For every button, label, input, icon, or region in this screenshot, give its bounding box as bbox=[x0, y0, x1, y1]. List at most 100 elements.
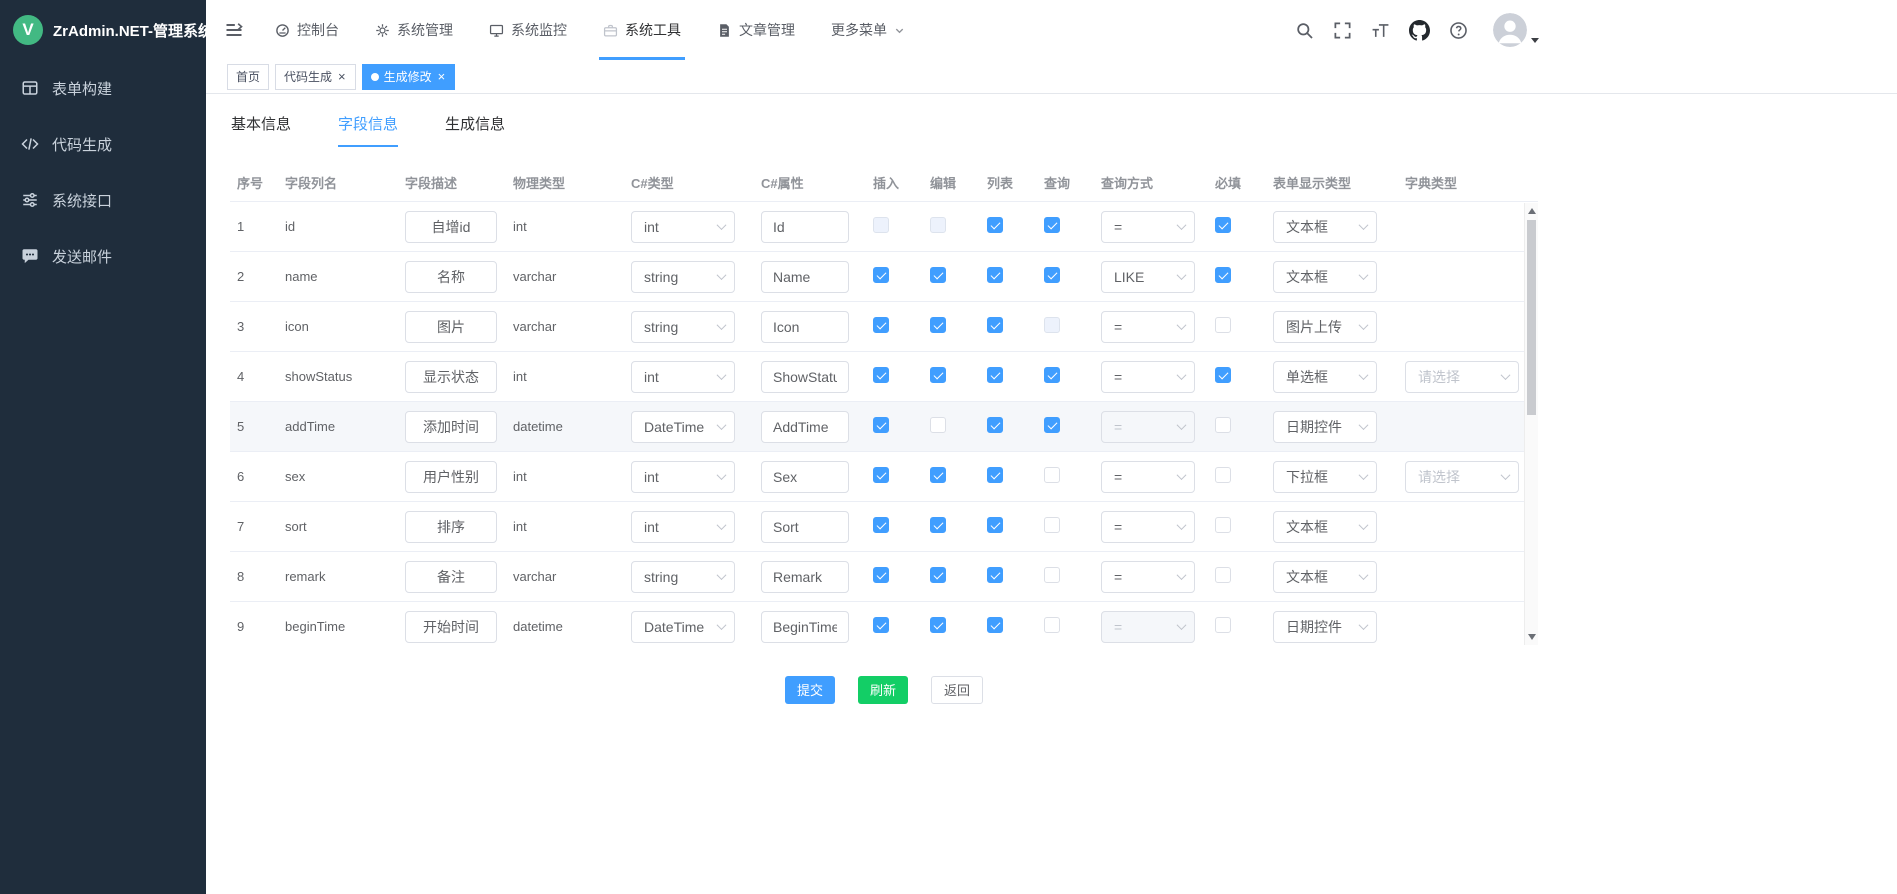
sidebar-item-send-mail[interactable]: 发送邮件 bbox=[0, 228, 206, 284]
user-menu[interactable] bbox=[1493, 13, 1539, 47]
query-method-select[interactable]: = bbox=[1101, 511, 1195, 543]
nav-item-system-monitor[interactable]: 系统监控 bbox=[471, 0, 585, 60]
list-checkbox[interactable] bbox=[987, 267, 1003, 283]
field-description-input[interactable] bbox=[405, 411, 497, 443]
dict-type-select[interactable]: 请选择 bbox=[1405, 361, 1519, 393]
display-type-select[interactable]: 文本框 bbox=[1273, 211, 1377, 243]
scrollbar-thumb[interactable] bbox=[1527, 220, 1536, 415]
table-scrollbar[interactable] bbox=[1524, 203, 1538, 645]
close-icon[interactable]: × bbox=[437, 70, 447, 83]
field-description-input[interactable] bbox=[405, 561, 497, 593]
required-checkbox[interactable] bbox=[1215, 567, 1231, 583]
csharp-property-input[interactable] bbox=[761, 561, 849, 593]
csharp-type-select[interactable]: DateTime bbox=[631, 611, 735, 643]
insert-checkbox[interactable] bbox=[873, 467, 889, 483]
hamburger-icon[interactable] bbox=[206, 20, 257, 40]
scrollbar-up-arrow[interactable] bbox=[1525, 204, 1538, 218]
csharp-type-select[interactable]: string bbox=[631, 311, 735, 343]
required-checkbox[interactable] bbox=[1215, 267, 1231, 283]
tag-generate-modify[interactable]: 生成修改 × bbox=[362, 64, 456, 90]
required-checkbox[interactable] bbox=[1215, 467, 1231, 483]
tab-basic-info[interactable]: 基本信息 bbox=[231, 113, 291, 147]
list-checkbox[interactable] bbox=[987, 517, 1003, 533]
query-method-select[interactable]: = bbox=[1101, 461, 1195, 493]
query-method-select[interactable]: = bbox=[1101, 411, 1195, 443]
required-checkbox[interactable] bbox=[1215, 367, 1231, 383]
tag-code-generation[interactable]: 代码生成 × bbox=[275, 64, 356, 90]
insert-checkbox[interactable] bbox=[873, 267, 889, 283]
github-icon[interactable] bbox=[1409, 20, 1430, 41]
edit-checkbox[interactable] bbox=[930, 517, 946, 533]
tag-home[interactable]: 首页 bbox=[227, 64, 269, 90]
tab-field-info[interactable]: 字段信息 bbox=[338, 113, 398, 147]
query-method-select[interactable]: = bbox=[1101, 611, 1195, 643]
edit-checkbox[interactable] bbox=[930, 417, 946, 433]
scrollbar-down-arrow[interactable] bbox=[1525, 630, 1538, 644]
required-checkbox[interactable] bbox=[1215, 517, 1231, 533]
query-checkbox[interactable] bbox=[1044, 217, 1060, 233]
csharp-type-select[interactable]: string bbox=[631, 561, 735, 593]
sidebar-item-form-builder[interactable]: 表单构建 bbox=[0, 60, 206, 116]
edit-checkbox[interactable] bbox=[930, 267, 946, 283]
query-method-select[interactable]: = bbox=[1101, 361, 1195, 393]
query-method-select[interactable]: LIKE bbox=[1101, 261, 1195, 293]
csharp-property-input[interactable] bbox=[761, 461, 849, 493]
insert-checkbox[interactable] bbox=[873, 617, 889, 633]
field-description-input[interactable] bbox=[405, 261, 497, 293]
csharp-property-input[interactable] bbox=[761, 361, 849, 393]
query-method-select[interactable]: = bbox=[1101, 211, 1195, 243]
csharp-property-input[interactable] bbox=[761, 411, 849, 443]
list-checkbox[interactable] bbox=[987, 417, 1003, 433]
list-checkbox[interactable] bbox=[987, 617, 1003, 633]
edit-checkbox[interactable] bbox=[930, 567, 946, 583]
display-type-select[interactable]: 下拉框 bbox=[1273, 461, 1377, 493]
csharp-type-select[interactable]: int bbox=[631, 361, 735, 393]
query-method-select[interactable]: = bbox=[1101, 561, 1195, 593]
nav-item-article-management[interactable]: 文章管理 bbox=[699, 0, 813, 60]
csharp-property-input[interactable] bbox=[761, 261, 849, 293]
field-description-input[interactable] bbox=[405, 461, 497, 493]
query-checkbox[interactable] bbox=[1044, 517, 1060, 533]
field-description-input[interactable] bbox=[405, 361, 497, 393]
display-type-select[interactable]: 日期控件 bbox=[1273, 411, 1377, 443]
edit-checkbox[interactable] bbox=[930, 317, 946, 333]
nav-item-system-management[interactable]: 系统管理 bbox=[357, 0, 471, 60]
csharp-property-input[interactable] bbox=[761, 511, 849, 543]
edit-checkbox[interactable] bbox=[930, 367, 946, 383]
sidebar-item-code-generation[interactable]: 代码生成 bbox=[0, 116, 206, 172]
insert-checkbox[interactable] bbox=[873, 367, 889, 383]
list-checkbox[interactable] bbox=[987, 217, 1003, 233]
display-type-select[interactable]: 单选框 bbox=[1273, 361, 1377, 393]
search-icon[interactable] bbox=[1295, 21, 1314, 40]
list-checkbox[interactable] bbox=[987, 317, 1003, 333]
query-checkbox[interactable] bbox=[1044, 467, 1060, 483]
required-checkbox[interactable] bbox=[1215, 317, 1231, 333]
query-checkbox[interactable] bbox=[1044, 567, 1060, 583]
app-logo[interactable]: V ZrAdmin.NET-管理系统 bbox=[0, 0, 206, 60]
field-description-input[interactable] bbox=[405, 511, 497, 543]
query-checkbox[interactable] bbox=[1044, 267, 1060, 283]
help-icon[interactable] bbox=[1449, 21, 1468, 40]
csharp-type-select[interactable]: int bbox=[631, 511, 735, 543]
submit-button[interactable]: 提交 bbox=[785, 676, 835, 704]
query-checkbox[interactable] bbox=[1044, 367, 1060, 383]
sidebar-item-system-api[interactable]: 系统接口 bbox=[0, 172, 206, 228]
nav-item-more-menu[interactable]: 更多菜单 bbox=[813, 0, 923, 60]
field-description-input[interactable] bbox=[405, 611, 497, 643]
field-description-input[interactable] bbox=[405, 311, 497, 343]
query-checkbox[interactable] bbox=[1044, 617, 1060, 633]
display-type-select[interactable]: 文本框 bbox=[1273, 511, 1377, 543]
list-checkbox[interactable] bbox=[987, 567, 1003, 583]
insert-checkbox[interactable] bbox=[873, 417, 889, 433]
required-checkbox[interactable] bbox=[1215, 217, 1231, 233]
csharp-type-select[interactable]: int bbox=[631, 211, 735, 243]
nav-item-system-tools[interactable]: 系统工具 bbox=[585, 0, 699, 60]
display-type-select[interactable]: 日期控件 bbox=[1273, 611, 1377, 643]
insert-checkbox[interactable] bbox=[873, 217, 889, 233]
close-icon[interactable]: × bbox=[337, 70, 347, 83]
query-method-select[interactable]: = bbox=[1101, 311, 1195, 343]
csharp-property-input[interactable] bbox=[761, 211, 849, 243]
csharp-property-input[interactable] bbox=[761, 611, 849, 643]
back-button[interactable]: 返回 bbox=[931, 676, 983, 704]
list-checkbox[interactable] bbox=[987, 467, 1003, 483]
